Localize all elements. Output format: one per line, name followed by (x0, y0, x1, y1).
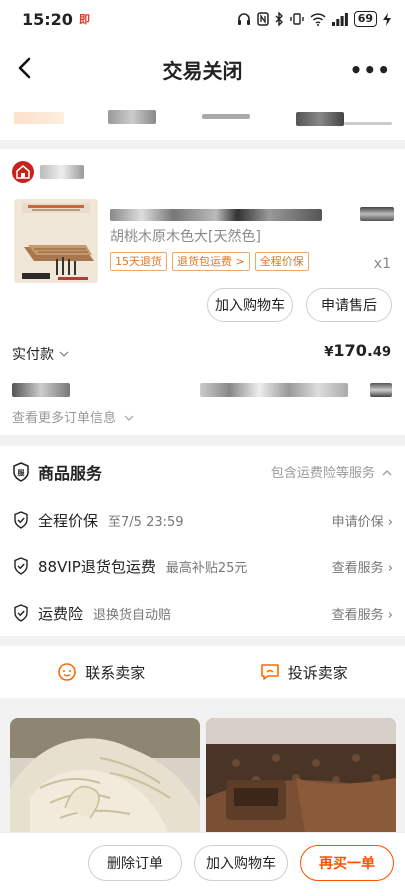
shield-check-icon (14, 511, 28, 529)
contact-seller-button[interactable]: 联系卖家 (0, 646, 203, 698)
logistics-strip[interactable] (0, 100, 405, 140)
blurred-copy-button (370, 383, 392, 397)
paid-amount-row[interactable]: 实付款 (12, 344, 70, 364)
chevron-up-icon (382, 470, 392, 476)
order-card: 胡桃木原木色大[天然色] 15天退货 退货包运费 > 全程价保 x1 加入购物车… (0, 149, 405, 435)
back-arrow-icon[interactable] (12, 54, 40, 82)
services-card: 服 商品服务 包含运费险等服务 全程价保 至7/5 23:59 申请价保 › 8… (0, 446, 405, 636)
headphones-icon (237, 13, 250, 25)
blurred-shop-name (40, 165, 84, 179)
service-name: 全程价保 (38, 511, 99, 530)
shield-check-icon (14, 604, 28, 622)
paid-label: 实付款 (12, 347, 54, 363)
blurred-order-number (12, 383, 70, 397)
chevron-down-icon (124, 415, 134, 421)
service-row-price-protection[interactable]: 全程价保 至7/5 23:59 申请价保 › (12, 508, 393, 532)
nav-bar: 交易关闭 ••• (0, 38, 405, 100)
wifi-icon (310, 12, 326, 26)
blurred-content (296, 112, 344, 126)
service-action[interactable]: 查看服务 › (332, 557, 393, 576)
more-order-info-link[interactable]: 查看更多订单信息 (12, 407, 135, 426)
blurred-product-title (110, 209, 322, 221)
bottom-action-bar: 删除订单 加入购物车 再买一单 (0, 832, 405, 896)
nfc-icon (256, 12, 269, 26)
blurred-content (14, 112, 64, 124)
chevron-right-icon: › (387, 514, 393, 530)
delete-order-button[interactable]: 删除订单 (88, 845, 182, 881)
service-name: 运费险 (38, 604, 84, 623)
tea-tray-image (14, 199, 98, 283)
paid-price: ¥170.49 (324, 341, 391, 360)
shield-icon: 服 (13, 462, 29, 482)
status-icons: 69 (237, 11, 391, 27)
knit-blanket-image (10, 718, 200, 838)
vibrate-icon (289, 13, 304, 25)
status-bar: 15:20 即 69 (0, 0, 405, 38)
service-detail: 最高补贴25元 (165, 560, 248, 576)
after-sales-button[interactable]: 申请售后 (306, 288, 392, 322)
product-thumbnail[interactable] (14, 199, 98, 283)
service-row-shipping-insurance[interactable]: 运费险 退换货自动赔 查看服务 › (12, 601, 393, 625)
tag-return-15days: 15天退货 (110, 252, 167, 271)
shop-row[interactable] (12, 161, 84, 183)
contact-card: 联系卖家 投诉卖家 (0, 646, 405, 698)
carrier-glyph: 即 (78, 13, 90, 26)
complain-seller-button[interactable]: 投诉卖家 (203, 646, 405, 698)
recommended-product-2[interactable] (206, 718, 396, 838)
blurred-content (202, 114, 250, 119)
recommended-product-1[interactable] (10, 718, 200, 838)
complain-seller-label: 投诉卖家 (287, 663, 348, 682)
signal-icon (331, 12, 348, 26)
page-title: 交易关闭 (162, 58, 243, 83)
service-row-vip-return[interactable]: 88VIP退货包运费 最高补贴25元 查看服务 › (12, 554, 393, 578)
chevron-right-icon: › (387, 560, 393, 576)
plush-blanket-image (206, 718, 396, 838)
buy-again-button[interactable]: 再买一单 (300, 845, 394, 881)
product-spec: 胡桃木原木色大[天然色] (110, 229, 261, 245)
more-options-icon[interactable]: ••• (350, 58, 391, 82)
service-name: 88VIP退货包运费 (38, 557, 156, 576)
blurred-content (344, 122, 392, 125)
service-detail: 退换货自动赔 (93, 607, 172, 623)
bluetooth-icon (275, 12, 283, 26)
tag-free-return-shipping[interactable]: 退货包运费 > (172, 252, 250, 271)
shield-check-icon (14, 557, 28, 575)
services-header: 服 商品服务 (12, 460, 102, 484)
add-to-cart-bottom-button[interactable]: 加入购物车 (194, 845, 288, 881)
service-tags: 15天退货 退货包运费 > 全程价保 (110, 252, 309, 271)
blurred-price-tag (360, 207, 394, 221)
status-time: 15:20 (22, 9, 73, 29)
chat-smile-icon (58, 663, 77, 681)
service-action[interactable]: 查看服务 › (332, 604, 393, 623)
add-to-cart-button[interactable]: 加入购物车 (207, 288, 293, 322)
blurred-order-value (200, 383, 348, 397)
service-action[interactable]: 申请价保 › (332, 511, 393, 530)
chevron-right-icon: › (387, 607, 393, 623)
services-summary[interactable]: 包含运费险等服务 (271, 462, 393, 481)
quantity: x1 (373, 256, 391, 272)
blurred-content (108, 110, 156, 124)
shop-logo-icon (12, 161, 34, 183)
service-detail: 至7/5 23:59 (108, 514, 184, 530)
services-title: 商品服务 (38, 464, 103, 483)
battery-icon: 69 (353, 11, 377, 27)
complaint-icon (260, 664, 279, 680)
svg-text:服: 服 (18, 468, 26, 477)
charging-icon (383, 12, 391, 26)
chevron-down-icon (59, 351, 69, 357)
contact-seller-label: 联系卖家 (85, 663, 146, 682)
tag-price-protection: 全程价保 (254, 252, 309, 271)
